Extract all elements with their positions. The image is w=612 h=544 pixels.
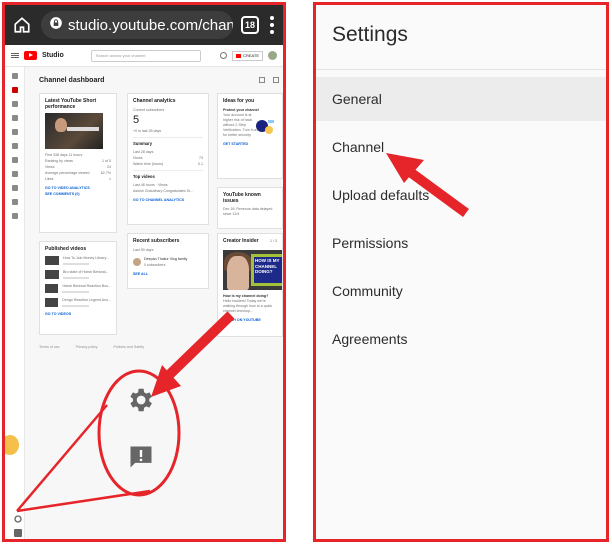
settings-gear-icon[interactable]	[125, 385, 155, 415]
sidebar-feedback-icon[interactable]	[14, 529, 22, 537]
send-feedback-icon[interactable]	[127, 443, 155, 471]
studio-mobile-screenshot-panel: studio.youtube.com/channel 18 Studio Sea…	[2, 2, 286, 542]
sidebar-settings-icon[interactable]	[14, 515, 22, 523]
settings-panel: Settings General Channel Upload defaults…	[313, 2, 609, 542]
panel-footer	[316, 499, 606, 539]
pointer-arrow-annotation	[386, 153, 469, 218]
